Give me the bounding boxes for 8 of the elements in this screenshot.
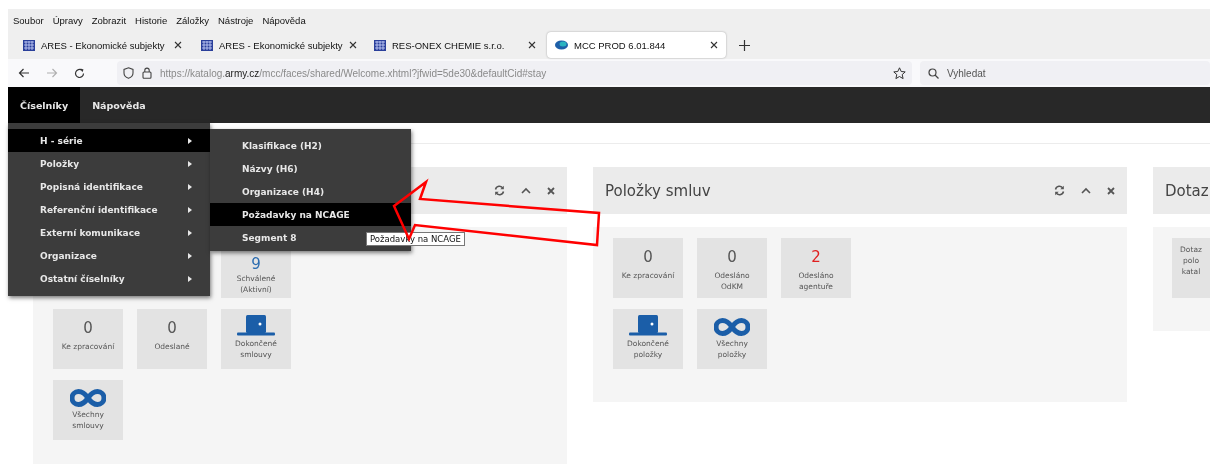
panel-title: Dotaz	[1165, 181, 1209, 200]
tab-title: RES-ONEX CHEMIE s.r.o.	[392, 39, 506, 51]
tab-title: MCC PROD 6.01.844	[574, 39, 667, 51]
tab-title: ARES - Ekonomické subjekty	[41, 39, 166, 51]
panel-title: Položky smluv	[605, 181, 712, 200]
url-text: https://katalog.army.cz/mcc/faces/shared/Welcome.xhtml?jfwid=5de30&defaultCid#stay	[160, 67, 548, 79]
tooltip: Požadavky na NCAGE	[366, 232, 465, 246]
tab-title: ARES - Ekonomické subjekty	[219, 39, 343, 51]
